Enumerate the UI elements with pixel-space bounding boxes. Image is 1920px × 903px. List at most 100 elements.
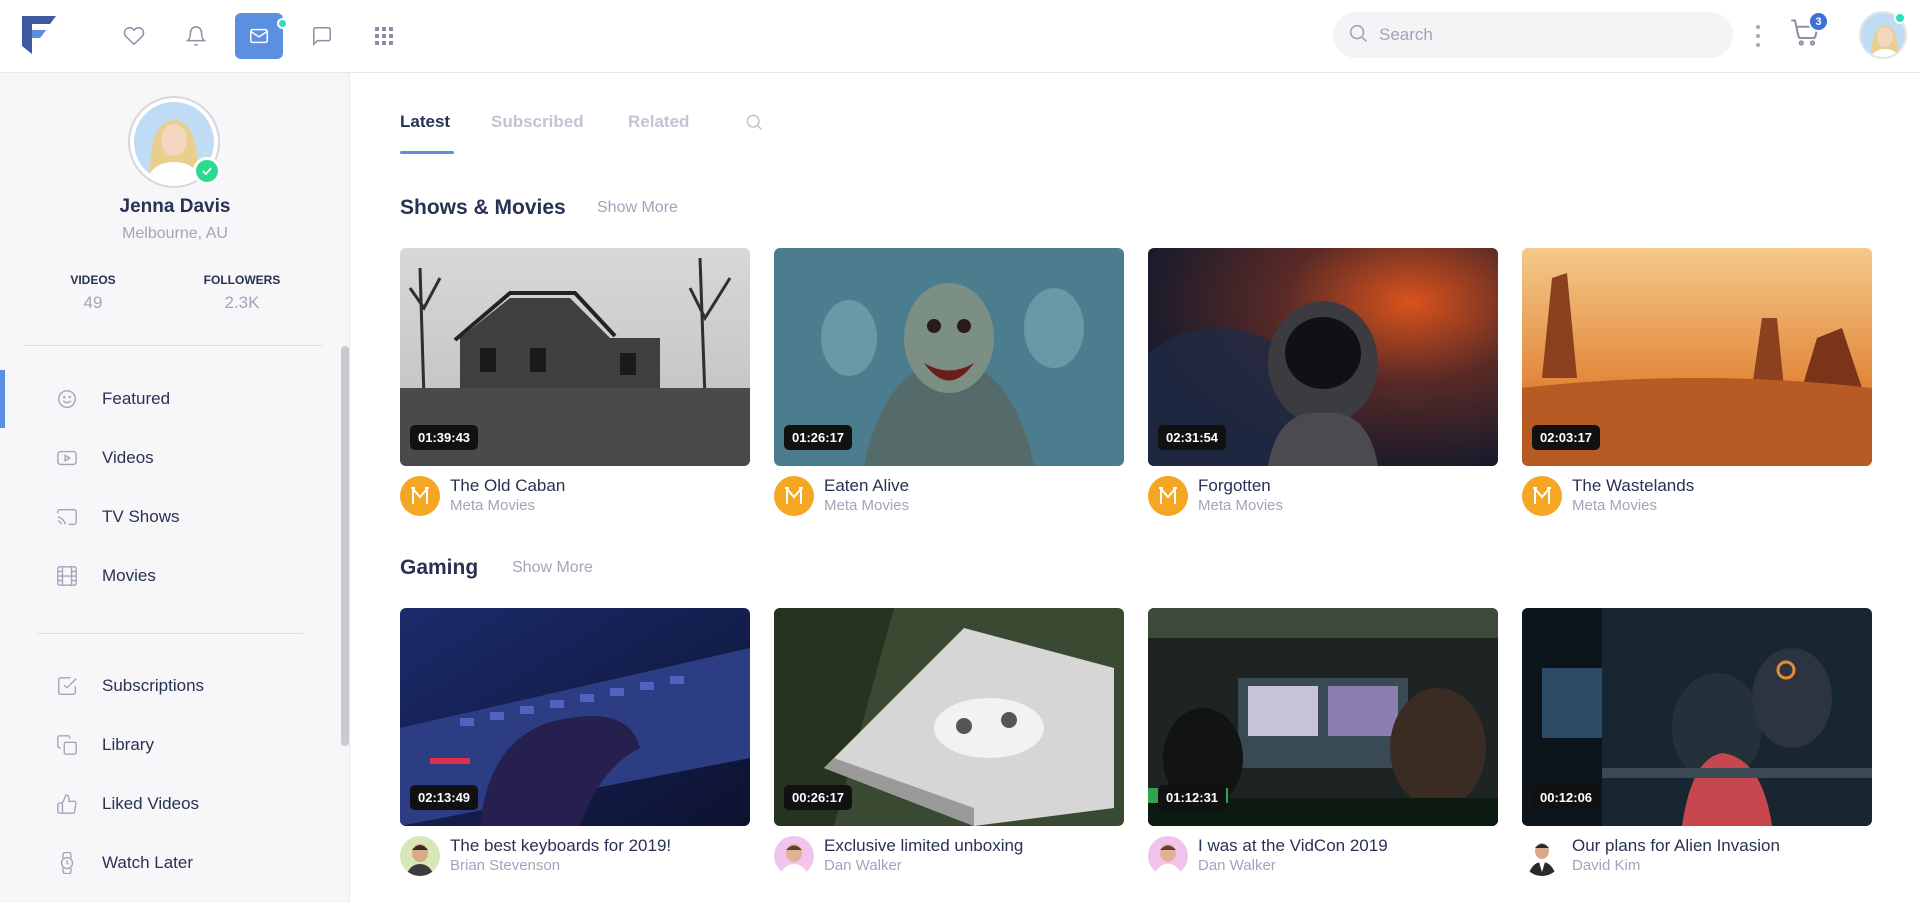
video-duration-badge: 01:39:43 [410,425,479,450]
sidebar-item-label: Movies [102,566,156,585]
heart-icon[interactable] [114,17,154,55]
sidebar-item-label: Featured [102,389,171,408]
channel-avatar[interactable] [1148,836,1188,876]
stat-videos: VIDEOS 49 [23,273,163,313]
profile-location: Melbourne, AU [122,225,228,242]
verified-check-icon [193,157,221,185]
stat-followers: FOLLOWERS 2.3K [172,273,312,313]
divider [38,633,303,634]
video-title[interactable]: The Old Caban [450,476,565,496]
video-duration-badge: 01:26:17 [784,425,853,450]
video-title[interactable]: Eaten Alive [824,476,909,496]
section-title: Gaming [400,556,479,579]
apps-grid-icon[interactable] [364,17,404,55]
sidebar-item-videos[interactable]: Videos [0,429,340,487]
sidebar-item-tv-shows[interactable]: TV Shows [0,488,340,546]
search-icon[interactable] [744,112,764,137]
mail-icon[interactable] [235,13,288,59]
stat-value: 2.3K [224,293,260,312]
video-title[interactable]: Exclusive limited unboxing [824,836,1023,856]
channel-name[interactable]: Meta Movies [824,497,909,514]
video-card[interactable]: 02:03:17 The Wastelands Meta Movies [1522,248,1872,518]
copy-icon [55,733,79,757]
smile-icon [55,387,79,411]
video-duration-badge: 01:12:31 [1158,785,1227,810]
sidebar-item-watch-later[interactable]: Watch Later [0,834,340,892]
video-duration-badge: 00:26:17 [784,785,853,810]
meta-movies-logo-icon[interactable] [1522,476,1562,516]
channel-name[interactable]: Dan Walker [824,857,902,874]
sidebar-scrollbar[interactable] [341,346,349,746]
stat-label: VIDEOS [70,273,116,287]
video-duration-badge: 00:12:06 [1532,785,1601,810]
sidebar-item-label: Liked Videos [102,794,200,813]
video-duration-badge: 02:13:49 [410,785,479,810]
video-duration-badge: 02:03:17 [1532,425,1601,450]
active-tab-indicator [400,151,454,154]
video-title[interactable]: I was at the VidCon 2019 [1198,836,1388,856]
video-card[interactable]: 01:26:17 Eaten Alive Meta Movies [774,248,1124,518]
channel-avatar[interactable] [774,836,814,876]
bell-icon[interactable] [176,17,216,55]
sidebar-item-label: TV Shows [102,507,180,526]
tab-latest[interactable]: Latest [400,112,450,132]
check-square-icon [55,674,79,698]
search-input[interactable] [1379,25,1699,45]
meta-movies-logo-icon[interactable] [774,476,814,516]
thumbs-up-icon [55,792,79,816]
stat-value: 49 [83,293,103,312]
brand-logo[interactable] [20,14,58,56]
channel-name[interactable]: Meta Movies [1198,497,1283,514]
channel-name[interactable]: David Kim [1572,857,1640,874]
online-status-dot [1894,12,1906,24]
notification-dot [277,18,288,29]
sidebar-item-library[interactable]: Library [0,716,340,774]
film-icon [55,564,79,588]
more-options-icon[interactable] [1751,22,1765,50]
channel-name[interactable]: Dan Walker [1198,857,1276,874]
video-title[interactable]: Forgotten [1198,476,1271,496]
search-bar[interactable] [1333,12,1733,58]
sidebar-item-label: Subscriptions [102,676,205,695]
watch-icon [55,851,79,875]
video-card[interactable]: 01:12:31 I was at the VidCon 2019 Dan Wa… [1148,608,1498,878]
cast-icon [55,505,79,529]
show-more-link[interactable]: Show More [512,559,593,577]
show-more-link[interactable]: Show More [597,199,678,217]
video-card[interactable]: 02:13:49 The best keyboards for 2019! Br… [400,608,750,878]
stat-label: FOLLOWERS [203,273,281,287]
video-card[interactable]: 00:26:17 Exclusive limited unboxing Dan … [774,608,1124,878]
sidebar-item-subscriptions[interactable]: Subscriptions [0,657,340,715]
tab-related[interactable]: Related [628,112,689,132]
tab-subscribed[interactable]: Subscribed [491,112,584,132]
section-title: Shows & Movies [400,196,566,219]
sidebar-item-liked-videos[interactable]: Liked Videos [0,775,340,833]
video-duration-badge: 02:31:54 [1158,425,1227,450]
video-card[interactable]: 01:39:43 The Old Caban Meta Movies [400,248,750,518]
profile-name: Jenna Davis [119,196,231,217]
channel-avatar[interactable] [400,836,440,876]
play-icon [55,446,79,470]
video-card[interactable]: 00:12:06 Our plans for Alien Invasion Da… [1522,608,1872,878]
video-title[interactable]: Our plans for Alien Invasion [1572,836,1780,856]
sidebar-item-label: Watch Later [102,853,194,872]
sidebar-item-featured[interactable]: Featured [0,370,340,428]
video-title[interactable]: The best keyboards for 2019! [450,836,671,856]
sidebar: Jenna Davis Melbourne, AU VIDEOS 49 FOLL… [0,73,350,903]
sidebar-item-movies[interactable]: Movies [0,547,340,605]
meta-movies-logo-icon[interactable] [400,476,440,516]
sidebar-item-label: Library [102,735,154,754]
cart-count-badge: 3 [1808,11,1829,32]
channel-name[interactable]: Meta Movies [450,497,535,514]
divider [23,345,323,346]
video-card[interactable]: 02:31:54 Forgotten Meta Movies [1148,248,1498,518]
channel-name[interactable]: Brian Stevenson [450,857,560,874]
sidebar-item-label: Videos [102,448,154,467]
meta-movies-logo-icon[interactable] [1148,476,1188,516]
channel-name[interactable]: Meta Movies [1572,497,1657,514]
video-title[interactable]: The Wastelands [1572,476,1694,496]
chat-icon[interactable] [302,17,342,55]
search-icon [1347,22,1369,49]
channel-avatar[interactable] [1522,836,1562,876]
top-navbar: 3 [0,0,1920,73]
